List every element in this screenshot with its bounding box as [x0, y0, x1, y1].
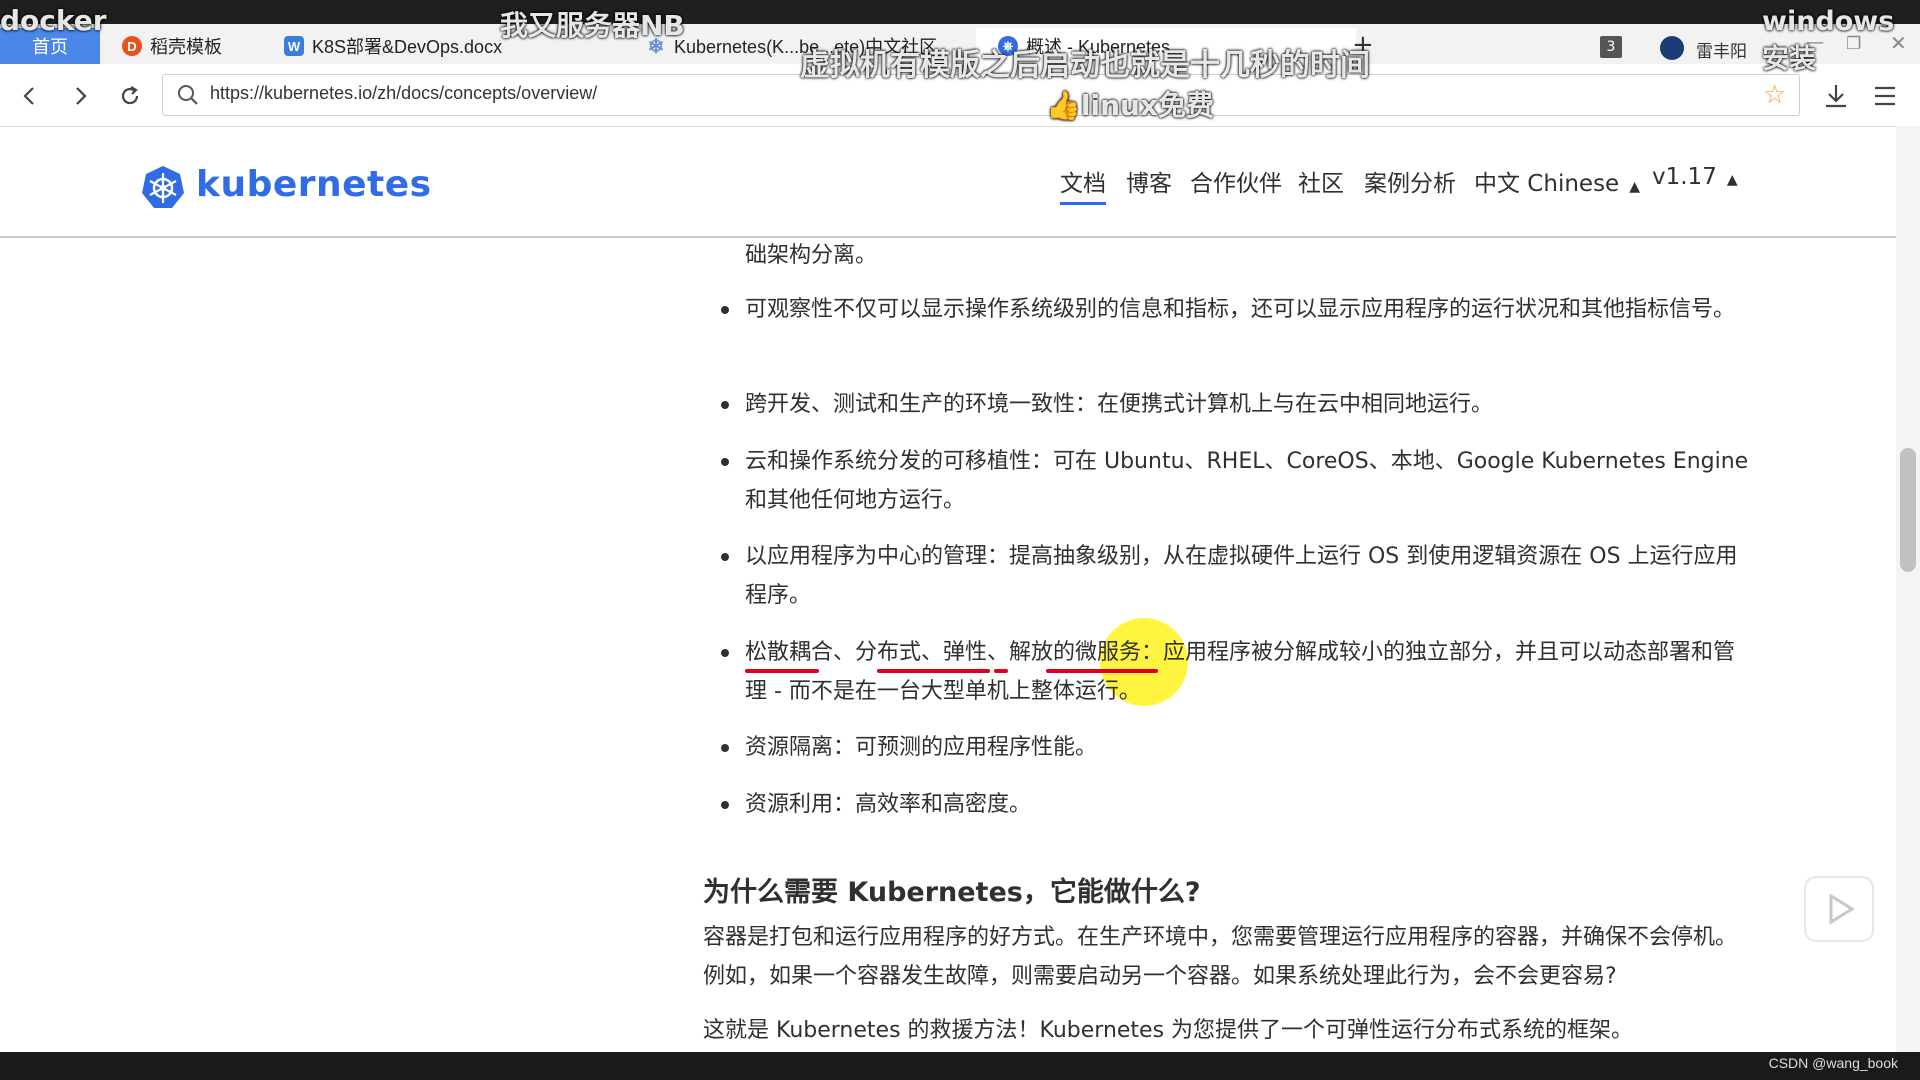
play-button[interactable] — [1804, 876, 1874, 942]
scrollbar-track[interactable] — [1896, 126, 1920, 1052]
nav-community[interactable]: 社区 — [1298, 164, 1344, 198]
nav-case-studies[interactable]: 案例分析 — [1364, 164, 1456, 198]
site-logo-text[interactable]: kubernetes — [196, 164, 432, 205]
bullet-dot — [721, 306, 729, 314]
bookmark-star-icon[interactable]: ☆ — [1763, 80, 1786, 110]
chevron-up-icon: ▲ — [1726, 172, 1738, 188]
subtitle-caption: 👍linux免费 — [1046, 84, 1214, 124]
annotation-underline — [994, 669, 1008, 673]
chevron-up-icon: ▲ — [1629, 179, 1640, 195]
menu-icon[interactable] — [1872, 84, 1898, 108]
video-top-strip — [0, 0, 1920, 24]
version-label: v1.17 — [1652, 164, 1717, 190]
back-arrow-icon — [23, 87, 34, 105]
daoke-icon: D — [122, 36, 142, 56]
forward-arrow-icon — [76, 87, 87, 105]
overlay-caption: 我又服务器NB — [500, 9, 685, 42]
search-icon — [178, 85, 198, 105]
nav-language-dropdown[interactable]: 中文 Chinese ▲ — [1474, 164, 1640, 198]
section-heading: 为什么需要 Kubernetes，它能做什么? — [703, 877, 1201, 908]
list-item: 跨开发、测试和生产的环境一致性：在便携式计算机上与在云中相同地运行。 — [745, 392, 1494, 417]
overlay-caption-docker: docker — [0, 4, 107, 37]
tab-count-badge[interactable]: 3 — [1600, 36, 1622, 58]
url-text[interactable]: https://kubernetes.io/zh/docs/concepts/o… — [210, 83, 597, 104]
list-item: 云和操作系统分发的可移植性：可在 Ubuntu、RHEL、CoreOS、本地、G… — [745, 449, 1749, 513]
annotation-underline — [745, 669, 819, 673]
overlay-caption: windows安装 — [1762, 6, 1895, 75]
reload-icon — [121, 86, 139, 105]
bullet-dot — [721, 744, 729, 752]
list-item-fragment: 础架构分离。 — [745, 243, 878, 268]
list-item: 资源利用：高效率和高密度。 — [745, 792, 1032, 817]
annotation-underline — [1046, 669, 1158, 673]
avatar[interactable] — [1660, 36, 1684, 60]
nav-blog[interactable]: 博客 — [1126, 164, 1172, 198]
download-icon[interactable] — [1822, 82, 1850, 110]
subtitle-caption: 虚拟机有模版之后启动也就是十几秒的时间 — [800, 48, 1370, 83]
csdn-watermark: CSDN @wang_book — [1768, 1055, 1898, 1071]
paragraph: 容器是打包和运行应用程序的好方式。在生产环境中，您需要管理运行应用程序的容器，并… — [703, 925, 1738, 989]
bullet-dot — [721, 553, 729, 561]
nav-partners[interactable]: 合作伙伴 — [1190, 164, 1282, 198]
list-item: 可观察性不仅可以显示操作系统级别的信息和指标，还可以显示应用程序的运行状况和其他… — [745, 297, 1736, 322]
list-item: 资源隔离：可预测的应用程序性能。 — [745, 735, 1098, 760]
language-label: 中文 Chinese — [1474, 171, 1620, 197]
subtitle-text: linux免费 — [1080, 89, 1214, 122]
thumbs-up-icon: 👍 — [1046, 89, 1081, 122]
annotation-underline — [950, 669, 990, 673]
forward-button[interactable] — [64, 80, 96, 112]
word-doc-icon: W — [284, 36, 304, 56]
bullet-dot — [721, 649, 729, 657]
bullet-dot — [721, 458, 729, 466]
bullet-dot — [721, 801, 729, 809]
nav-version-dropdown[interactable]: v1.17 ▲ — [1652, 164, 1738, 190]
bullet-dot — [721, 401, 729, 409]
video-bottom-bar — [0, 1052, 1920, 1080]
kubernetes-logo-icon[interactable] — [140, 164, 186, 210]
back-button[interactable] — [14, 80, 46, 112]
tab-daoke-template[interactable]: D 稻壳模板 — [100, 28, 260, 64]
paragraph: 这就是 Kubernetes 的救援方法！Kubernetes 为您提供了一个可… — [703, 1018, 1634, 1043]
nav-docs[interactable]: 文档 — [1060, 164, 1106, 205]
reload-button[interactable] — [114, 80, 146, 112]
user-name[interactable]: 雷丰阳 — [1696, 37, 1747, 62]
tab-label: 稻壳模板 — [150, 37, 222, 57]
scrollbar-thumb[interactable] — [1900, 448, 1916, 572]
play-icon — [1829, 893, 1855, 925]
tab-label: K8S部署&DevOps.docx — [312, 37, 503, 57]
list-item: 以应用程序为中心的管理：提高抽象级别，从在虚拟硬件上运行 OS 到使用逻辑资源在… — [745, 544, 1738, 608]
